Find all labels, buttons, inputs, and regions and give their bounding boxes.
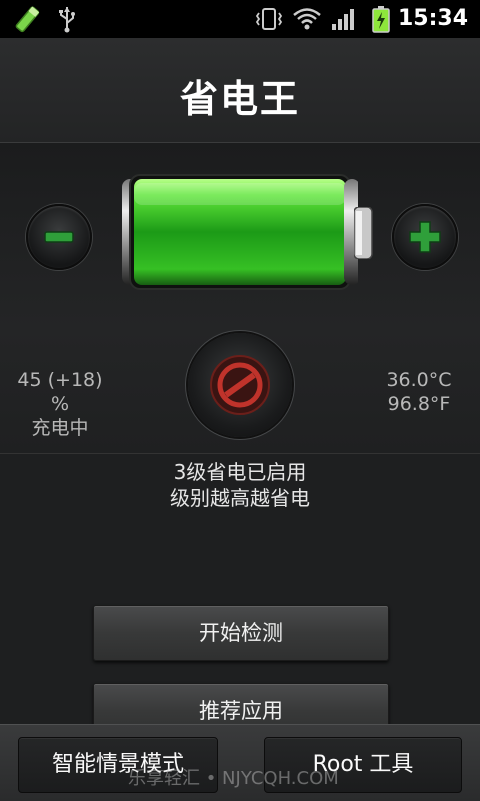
battery-terminal (354, 207, 373, 259)
vibrate-icon (252, 0, 286, 38)
pen-icon (10, 0, 44, 38)
wifi-icon (290, 0, 324, 38)
temperature-celsius: 36.0°C (386, 369, 452, 391)
clock: 15:34 (397, 6, 468, 31)
decrease-level-button[interactable] (26, 204, 92, 270)
signal-icon (328, 0, 358, 38)
charging-state: 充电中 (31, 417, 89, 439)
battery-percent: 45 (+18) % (17, 369, 103, 415)
power-saving-toggle-button[interactable] (188, 333, 292, 437)
watermark: 乐享轻汇 • NJYCQH.COM (128, 768, 339, 789)
battery-charging-icon (368, 0, 394, 38)
battery-panel: 45 (+18) % 充电中 36.0°C 96.8°F (0, 143, 480, 454)
title-bar: 省电王 (0, 38, 480, 143)
minus-icon (44, 231, 74, 243)
status-line-hint: 级别越高越省电 (170, 486, 310, 510)
temperature-fahrenheit: 96.8°F (387, 393, 451, 415)
status-bar: 15:34 (0, 0, 480, 38)
temperature-readout: 36.0°C 96.8°F (384, 368, 454, 416)
battery-graphic (122, 174, 358, 290)
power-save-status: 3级省电已启用 级别越高越省电 (0, 459, 480, 511)
power-off-icon (210, 355, 270, 415)
app-title: 省电王 (179, 77, 300, 121)
status-line-level: 3级省电已启用 (173, 460, 307, 484)
usb-icon (54, 0, 80, 38)
battery-readout: 45 (+18) % 充电中 (10, 368, 110, 440)
plus-icon (409, 221, 441, 253)
increase-level-button[interactable] (392, 204, 458, 270)
start-check-button[interactable]: 开始检测 (93, 605, 389, 661)
